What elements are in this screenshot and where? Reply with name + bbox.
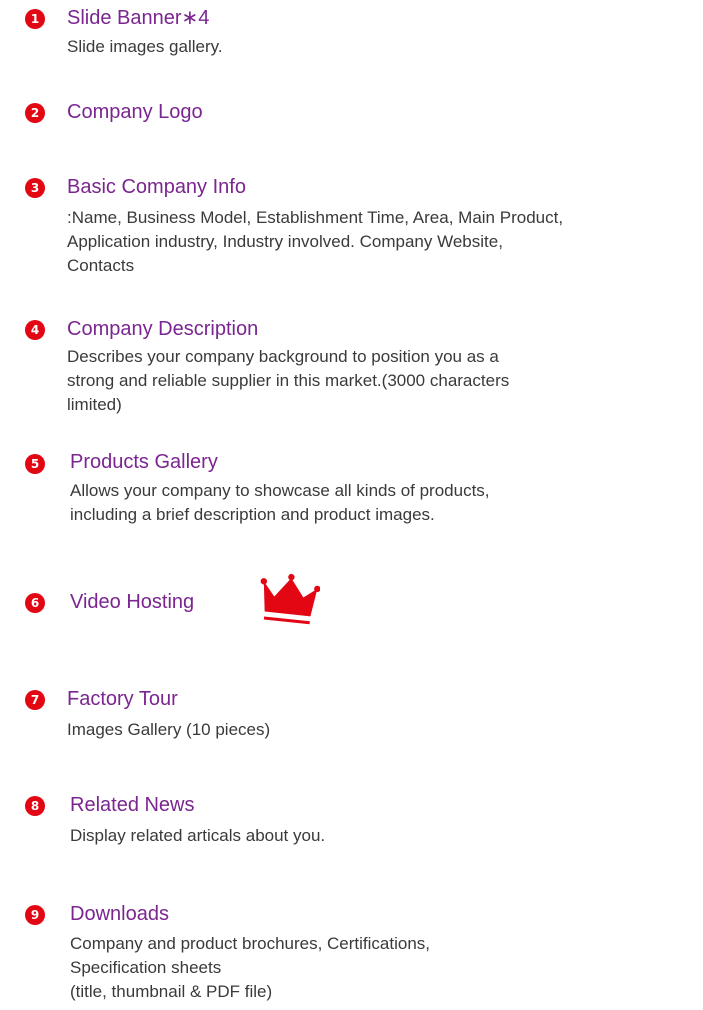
feature-title: Basic Company Info	[67, 176, 246, 198]
description-line: limited)	[67, 395, 122, 414]
number-badge: 4	[25, 320, 45, 340]
feature-title: Downloads	[70, 903, 169, 925]
description-line: Display related articals about you.	[70, 826, 326, 845]
description-line: including a brief description and produc…	[70, 505, 435, 524]
number-badge: 2	[25, 103, 45, 123]
description-line: Images Gallery (10 pieces)	[67, 720, 271, 739]
description-line: Allows your company to showcase all kind…	[70, 481, 490, 500]
number-badge: 6	[25, 593, 45, 613]
description-line: Company and product brochures, Certifica…	[70, 934, 431, 953]
number-badge: 8	[25, 796, 45, 816]
feature-title: Factory Tour	[67, 688, 178, 710]
description-line: (title, thumbnail & PDF file)	[70, 982, 273, 1001]
description-line: Specification sheets	[70, 958, 222, 977]
feature-title: Products Gallery	[70, 451, 218, 473]
feature-title: Slide Banner∗4	[67, 7, 210, 29]
feature-description: Images Gallery (10 pieces)	[67, 718, 270, 742]
crown-icon	[260, 573, 320, 625]
feature-title: Video Hosting	[70, 591, 195, 613]
description-line: Describes your company background to pos…	[67, 347, 499, 366]
description-line: Application industry, Industry involved.…	[67, 232, 503, 251]
number-badge: 9	[25, 905, 45, 925]
number-badge: 7	[25, 690, 45, 710]
feature-description: Company and product brochures, Certifica…	[70, 932, 430, 1004]
feature-title: Related News	[70, 794, 195, 816]
description-line: strong and reliable supplier in this mar…	[67, 371, 510, 390]
feature-title: Company Description	[67, 318, 259, 340]
feature-description: Slide images gallery.	[67, 35, 223, 59]
feature-description: Allows your company to showcase all kind…	[70, 479, 490, 527]
number-badge: 1	[25, 9, 45, 29]
feature-description: :Name, Business Model, Establishment Tim…	[67, 206, 563, 278]
description-line: Contacts	[67, 256, 135, 275]
feature-description: Describes your company background to pos…	[67, 345, 509, 417]
feature-description: Display related articals about you.	[70, 824, 325, 848]
description-line: Slide images gallery.	[67, 37, 223, 56]
feature-title: Company Logo	[67, 101, 203, 123]
number-badge: 3	[25, 178, 45, 198]
number-badge: 5	[25, 454, 45, 474]
description-line: :Name, Business Model, Establishment Tim…	[67, 208, 564, 227]
